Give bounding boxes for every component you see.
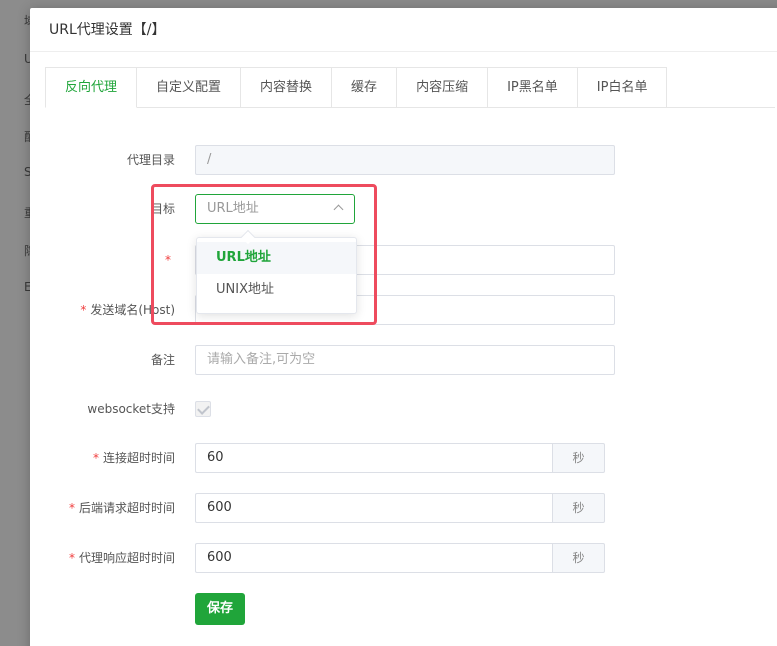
response-timeout-label-text: 代理响应超时时间 xyxy=(78,551,175,565)
backend-timeout-unit: 秒 xyxy=(552,493,605,523)
connect-timeout-label: * 连接超时时间 xyxy=(93,443,175,473)
required-mark: * xyxy=(68,501,75,515)
connect-timeout-unit: 秒 xyxy=(552,443,605,473)
tab-cache[interactable]: 缓存 xyxy=(332,67,398,108)
highlight-box xyxy=(151,184,377,325)
backend-timeout-label: * 后端请求超时时间 xyxy=(69,493,175,523)
row-websocket: websocket支持 xyxy=(30,394,777,424)
row-response-timeout: * 代理响应超时时间 600 秒 xyxy=(30,543,777,573)
websocket-checkbox[interactable] xyxy=(195,401,211,417)
required-mark: * xyxy=(80,303,87,317)
row-target: 目标 URL地址 xyxy=(30,194,777,224)
proxy-dir-label: 代理目录 xyxy=(126,153,175,167)
row-remark: 备注 请输入备注,可为空 xyxy=(30,345,777,375)
row-proxy-dir: 代理目录 / xyxy=(30,145,777,175)
tab-custom-config[interactable]: 自定义配置 xyxy=(137,67,242,108)
tab-ip-whitelist[interactable]: IP白名单 xyxy=(577,67,668,108)
row-send-host: *发送域名(Host) 127.0.0.1 xyxy=(30,295,777,325)
row-backend-timeout: * 后端请求超时时间 600 秒 xyxy=(30,493,777,523)
required-mark: * xyxy=(68,551,75,565)
websocket-label: websocket支持 xyxy=(87,402,175,416)
proxy-dir-input: / xyxy=(195,145,615,175)
row-connect-timeout: * 连接超时时间 60 秒 xyxy=(30,443,777,473)
url-proxy-modal: URL代理设置【/】 反向代理 自定义配置 内容替换 缓存 内容压缩 IP黑名单… xyxy=(30,8,777,646)
response-timeout-label: * 代理响应超时时间 xyxy=(69,543,175,573)
required-mark: * xyxy=(92,451,99,465)
save-button[interactable]: 保存 xyxy=(195,593,245,625)
backend-timeout-input[interactable]: 600 xyxy=(195,493,553,523)
remark-label: 备注 xyxy=(150,353,175,367)
connect-timeout-input[interactable]: 60 xyxy=(195,443,553,473)
row-target-url: * xyxy=(30,245,777,275)
tab-content-replace[interactable]: 内容替换 xyxy=(241,67,333,108)
response-timeout-unit: 秒 xyxy=(552,543,605,573)
backend-timeout-label-text: 后端请求超时时间 xyxy=(78,501,175,515)
tab-compression[interactable]: 内容压缩 xyxy=(397,67,489,108)
tab-bar: 反向代理 自定义配置 内容替换 缓存 内容压缩 IP黑名单 IP白名单 xyxy=(45,67,775,108)
response-timeout-input[interactable]: 600 xyxy=(195,543,553,573)
modal-title: URL代理设置【/】 xyxy=(30,8,777,52)
remark-placeholder: 请输入备注,可为空 xyxy=(207,352,316,367)
tab-ip-blacklist[interactable]: IP黑名单 xyxy=(488,67,578,108)
connect-timeout-label-text: 连接超时时间 xyxy=(102,451,175,465)
remark-input[interactable]: 请输入备注,可为空 xyxy=(195,345,615,375)
tab-reverse-proxy[interactable]: 反向代理 xyxy=(45,67,138,108)
